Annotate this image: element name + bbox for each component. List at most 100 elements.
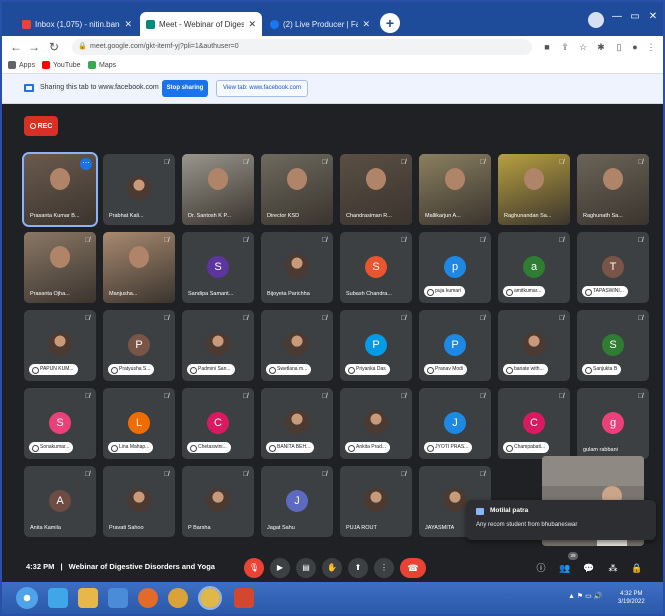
participant-tile[interactable]: 🎙̸ Mallikarjun A...: [419, 154, 491, 225]
captions-icon[interactable]: ▤: [296, 558, 316, 578]
participant-tile[interactable]: P 🎙̸ Priyanka Das: [340, 310, 412, 381]
media-icon[interactable]: [108, 588, 128, 608]
participant-tile[interactable]: T 🎙̸ TAPASWINI...: [577, 232, 649, 303]
taskbar-clock[interactable]: 4:32 PM 3/19/2022: [618, 590, 645, 606]
participant-tile[interactable]: g 🎙̸ gulam rabbani: [577, 388, 649, 459]
close-tab-icon[interactable]: ✕: [124, 19, 132, 30]
close-tab-icon[interactable]: ✕: [248, 19, 256, 30]
microphone-off-icon[interactable]: 🎙: [244, 558, 264, 578]
present-screen-icon[interactable]: ⬆: [348, 558, 368, 578]
activities-icon[interactable]: ⁂: [606, 561, 620, 575]
camera-icon[interactable]: ■: [540, 40, 554, 54]
participant-name: Padmini San...: [187, 364, 235, 375]
participant-photo: [364, 410, 388, 434]
participant-tile[interactable]: 🎙̸ Ankita Prad...: [340, 388, 412, 459]
close-window-icon[interactable]: ✕: [644, 10, 662, 24]
participant-tile[interactable]: 🎙̸ PUJA ROUT: [340, 466, 412, 537]
participant-tile[interactable]: 🎙̸ PAPUN KUM...: [24, 310, 96, 381]
participant-tile[interactable]: a 🎙̸ amitkumar...: [498, 232, 570, 303]
ie-icon[interactable]: [48, 588, 68, 608]
meeting-info-icon[interactable]: ⓘ: [534, 561, 548, 575]
start-button[interactable]: [16, 587, 38, 609]
forward-icon[interactable]: →: [26, 39, 42, 55]
menu-icon[interactable]: ⋮: [644, 40, 658, 54]
participant-tile[interactable]: 🎙̸ Chandrasiman R...: [340, 154, 412, 225]
participant-tile[interactable]: 🎙̸ P Barsha: [182, 466, 254, 537]
chat-icon: [476, 508, 484, 515]
tab-meet[interactable]: Meet - Webinar of Digestive ✕: [140, 12, 262, 36]
people-icon[interactable]: 👥: [558, 561, 572, 575]
profile-avatar[interactable]: [588, 12, 604, 28]
participant-tile[interactable]: C 🎙̸ Chetaswini...: [182, 388, 254, 459]
participant-tile[interactable]: A 🎙̸ Anita Kamila: [24, 466, 96, 537]
profile-icon[interactable]: ●: [628, 40, 642, 54]
star-icon[interactable]: ☆: [576, 40, 590, 54]
participant-name: Chandrasiman R...: [346, 213, 392, 219]
participant-video-person: [287, 168, 307, 190]
extension-icon[interactable]: ✱: [594, 40, 608, 54]
participant-name: banate with...: [503, 364, 548, 375]
chrome-icon[interactable]: [168, 588, 188, 608]
chat-message-popup[interactable]: Motilal patra Any recom student from bhu…: [466, 500, 656, 540]
participant-tile[interactable]: J 🎙̸ JYOTI PRAS...: [419, 388, 491, 459]
new-tab-button[interactable]: +: [380, 13, 400, 33]
participant-tile[interactable]: S 🎙̸ Sonakumar...: [24, 388, 96, 459]
mic-muted-icon: 🎙̸: [479, 315, 485, 322]
participant-tile[interactable]: S 🎙̸ Sanjukta B: [577, 310, 649, 381]
participant-tile[interactable]: 🎙̸ Raghunath Sa...: [577, 154, 649, 225]
participant-tile[interactable]: 🎙̸ BANITA BEH...: [261, 388, 333, 459]
participant-tile[interactable]: 🎙̸ Prabhat Kali...: [103, 154, 175, 225]
participant-tile[interactable]: P 🎙̸ Pratyusha S...: [103, 310, 175, 381]
participant-tile[interactable]: P 🎙̸ Pranav Modi: [419, 310, 491, 381]
participant-tile[interactable]: S 🎙̸ Subash Chandra...: [340, 232, 412, 303]
bookmark-youtube[interactable]: YouTube: [42, 61, 81, 69]
vlc-icon[interactable]: [234, 588, 254, 608]
mic-muted-icon: 🎙̸: [558, 237, 564, 244]
tab-gmail[interactable]: Inbox (1,075) - nitin.banerjee@... ✕: [16, 12, 138, 36]
bookmark-maps[interactable]: Maps: [88, 61, 116, 69]
participant-name: BANITA BEH...: [266, 442, 315, 453]
participant-tile[interactable]: 🎙̸ banate with...: [498, 310, 570, 381]
tab-search-icon[interactable]: ▯: [612, 40, 626, 54]
participant-tile[interactable]: 🎙̸ Director KSD: [261, 154, 333, 225]
participant-tile[interactable]: L 🎙̸ Lina Mahap...: [103, 388, 175, 459]
camera-toggle-icon[interactable]: ▶: [270, 558, 290, 578]
participant-tile[interactable]: 🎙̸ Dr. Santosh K P...: [182, 154, 254, 225]
participant-tile[interactable]: 🎙̸ Manjusha...: [103, 232, 175, 303]
more-options-icon[interactable]: ⋯: [80, 158, 92, 170]
file-explorer-icon[interactable]: [78, 588, 98, 608]
participant-tile[interactable]: 🎙̸ Bijoyeta Parichha: [261, 232, 333, 303]
share-icon[interactable]: ⇪: [558, 40, 572, 54]
participant-video-person: [366, 168, 386, 190]
participant-tile[interactable]: 🎙̸ Padmini San...: [182, 310, 254, 381]
view-shared-tab-button[interactable]: View tab: www.facebook.com: [216, 80, 308, 97]
bookmark-apps[interactable]: Apps: [8, 61, 35, 69]
more-options-icon[interactable]: ⋮: [374, 558, 394, 578]
participant-tile[interactable]: ⋯ Prasanta Kumar B...: [22, 152, 98, 227]
participant-tile[interactable]: 🎙̸ Prasanta Ojha...: [24, 232, 96, 303]
back-icon[interactable]: ←: [8, 39, 24, 55]
leave-call-button[interactable]: ☎: [400, 558, 426, 578]
chat-icon[interactable]: 💬: [582, 561, 596, 575]
system-tray[interactable]: ▲ ⚑ ▭ 🔊: [568, 592, 602, 600]
meet-icon: [146, 19, 155, 29]
participant-tile[interactable]: p 🎙̸ puja kumari: [419, 232, 491, 303]
maximize-icon[interactable]: ▭: [626, 10, 644, 24]
participant-tile[interactable]: S 🎙̸ Sandipa Samant...: [182, 232, 254, 303]
participant-tile[interactable]: C 🎙̸ Champabati...: [498, 388, 570, 459]
participant-tile[interactable]: 🎙̸ Raghunandan Sa...: [498, 154, 570, 225]
participant-tile[interactable]: 🎙̸ Pravati Sahoo: [103, 466, 175, 537]
close-tab-icon[interactable]: ✕: [362, 19, 370, 30]
participant-tile[interactable]: J 🎙̸ Jagat Sahu: [261, 466, 333, 537]
raise-hand-icon[interactable]: ✋: [322, 558, 342, 578]
mic-muted-icon: 🎙̸: [84, 393, 90, 400]
address-bar[interactable]: 🔒 meet.google.com/gkt-itemf-yj?pli=1&aut…: [72, 39, 532, 55]
tab-facebook[interactable]: (2) Live Producer | Facebook ✕: [264, 12, 376, 36]
chrome-active-icon[interactable]: [198, 586, 222, 610]
minimize-icon[interactable]: —: [608, 10, 626, 24]
host-controls-icon[interactable]: 🔒: [630, 561, 644, 575]
firefox-icon[interactable]: [138, 588, 158, 608]
stop-sharing-button[interactable]: Stop sharing: [162, 80, 208, 97]
participant-tile[interactable]: 🎙̸ Swetlana m...: [261, 310, 333, 381]
reload-icon[interactable]: ↻: [46, 39, 62, 55]
